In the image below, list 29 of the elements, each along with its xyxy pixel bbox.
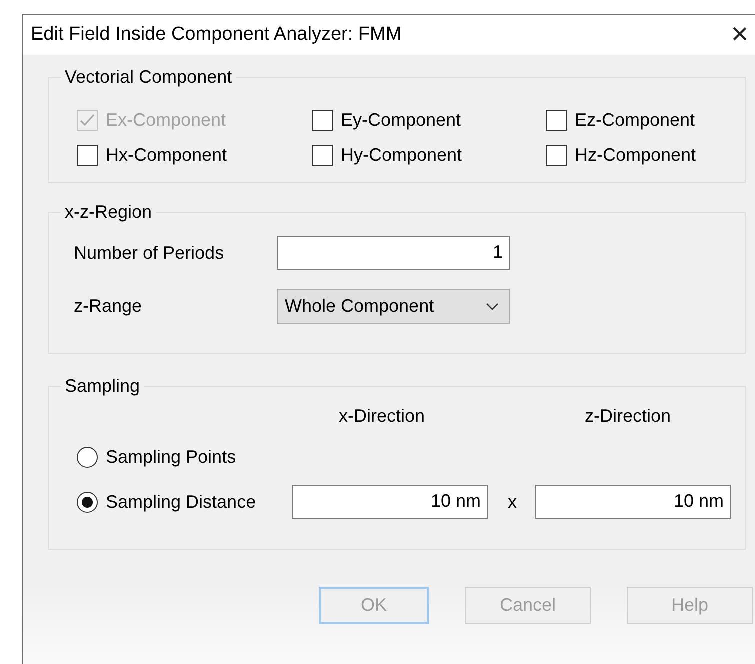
- component-checkbox[interactable]: Ey-Component: [312, 110, 546, 131]
- z-distance-field[interactable]: 10 nm: [535, 485, 731, 519]
- window-title: Edit Field Inside Component Analyzer: FMM: [31, 24, 402, 46]
- checkbox[interactable]: [546, 145, 567, 166]
- component-checkbox[interactable]: Hy-Component: [312, 145, 546, 166]
- field-label: Number of Periods: [74, 242, 226, 264]
- radio-button[interactable]: [77, 447, 98, 468]
- x-distance-field[interactable]: 10 nm: [292, 485, 488, 519]
- field-label: z-Range: [74, 296, 144, 317]
- radio-button[interactable]: [77, 492, 98, 512]
- column-header: z-Direction: [585, 406, 672, 427]
- chevron-down-icon: [486, 302, 499, 310]
- component-checkbox[interactable]: Hx-Component: [77, 145, 312, 166]
- column-header: x-Direction: [339, 406, 426, 427]
- checkbox[interactable]: [312, 110, 333, 131]
- sampling-radio[interactable]: Sampling Points: [77, 447, 292, 468]
- component-checkbox[interactable]: Hz-Component: [546, 145, 746, 166]
- sampling-radio[interactable]: Sampling Distance: [77, 492, 292, 512]
- checkbox[interactable]: [77, 145, 98, 166]
- separator-text: x: [508, 492, 517, 512]
- periods-field[interactable]: 1: [277, 236, 510, 270]
- group-title: Vectorial Component: [61, 67, 236, 88]
- z-range-dropdown[interactable]: Whole Component: [277, 289, 510, 324]
- checkbox[interactable]: [546, 110, 567, 131]
- close-button[interactable]: ×: [720, 20, 755, 50]
- checkbox[interactable]: [312, 145, 333, 166]
- group-title: x-z-Region: [61, 202, 156, 223]
- group-title: Sampling: [61, 376, 144, 397]
- component-checkbox[interactable]: Ez-Component: [546, 110, 746, 131]
